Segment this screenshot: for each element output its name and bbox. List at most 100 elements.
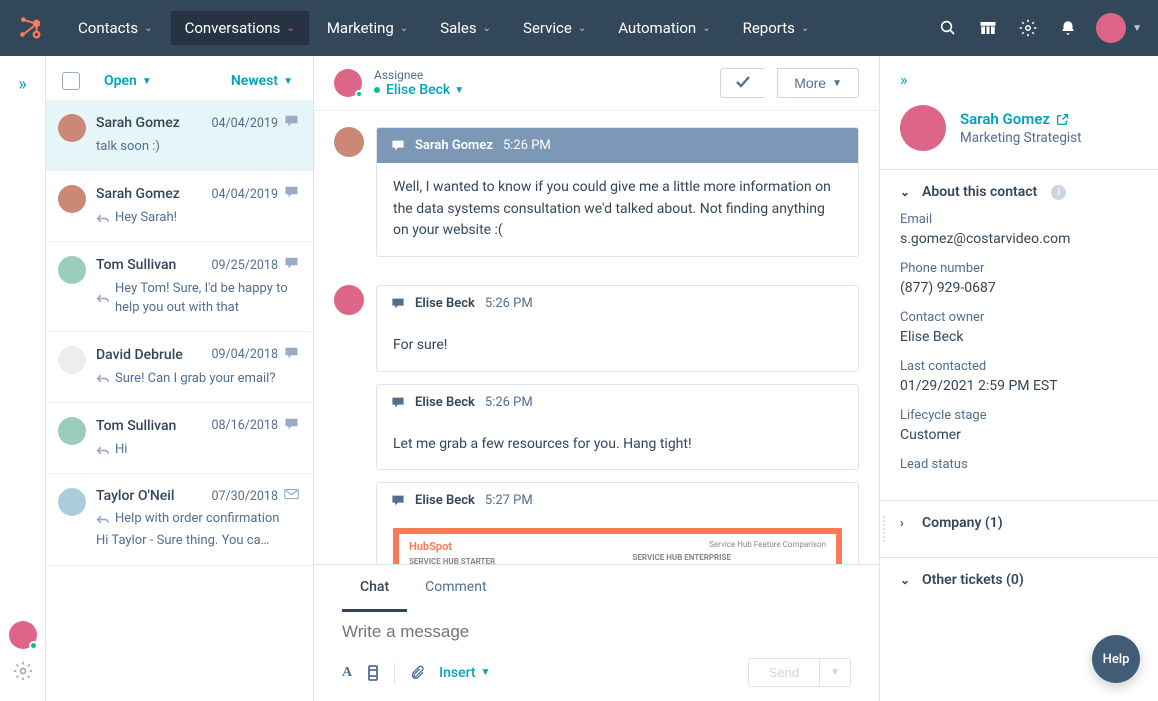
conversation-preview: Sure! Can I grab your email? — [115, 370, 275, 388]
user-avatar[interactable] — [1096, 13, 1126, 43]
nav-conversations[interactable]: Conversations⌄ — [171, 11, 309, 45]
tab-chat[interactable]: Chat — [342, 565, 407, 612]
conversation-preview: Hey Sarah! — [115, 209, 177, 227]
conversation-item[interactable]: Tom Sullivan 08/16/2018 Hi — [46, 403, 313, 474]
search-icon[interactable] — [928, 8, 968, 48]
rail-user-avatar[interactable] — [9, 621, 37, 649]
assignee-avatar[interactable] — [334, 69, 362, 97]
contact-role: Marketing Strategist — [960, 130, 1082, 146]
nav-automation[interactable]: Automation⌄ — [604, 11, 724, 45]
select-all-checkbox[interactable] — [62, 72, 80, 90]
info-icon[interactable]: i — [1051, 185, 1066, 200]
sort-filter[interactable]: Newest▼ — [231, 73, 293, 89]
collapse-sidebar-button[interactable]: » — [900, 70, 1138, 89]
message-input[interactable] — [342, 622, 851, 642]
section-tickets-toggle[interactable]: ⌄ Other tickets (0) — [900, 572, 1138, 588]
conversation-preview: talk soon :) — [96, 138, 160, 156]
message-time: 5:26 PM — [485, 296, 533, 311]
field-label: Last contacted — [900, 359, 1138, 374]
message-sender: Elise Beck — [415, 493, 475, 508]
nav-contacts[interactable]: Contacts⌄ — [64, 11, 167, 45]
message-sender: Elise Beck — [415, 395, 475, 410]
channel-icon — [284, 256, 299, 274]
channel-icon — [284, 488, 299, 504]
conversation-name: Sarah Gomez — [96, 186, 180, 202]
field-value: Customer — [900, 427, 1138, 443]
conversation-name: Taylor O'Neil — [96, 488, 174, 504]
channel-icon — [284, 185, 299, 203]
field-label: Lifecycle stage — [900, 408, 1138, 423]
contact-field: Phone number (877) 929-0687 — [900, 261, 1138, 296]
field-label: Phone number — [900, 261, 1138, 276]
avatar — [58, 256, 86, 284]
message-bubble: Sarah Gomez 5:26 PMWell, I wanted to kno… — [376, 127, 859, 257]
section-about-toggle[interactable]: ⌄ About this contact i — [900, 184, 1138, 200]
more-actions-button[interactable]: More▼ — [777, 68, 859, 98]
avatar — [58, 185, 86, 213]
assignee-name-dropdown[interactable]: Elise Beck ▼ — [374, 82, 464, 98]
conversation-item[interactable]: Sarah Gomez 04/04/2019 talk soon :) — [46, 100, 313, 171]
field-value: 01/29/2021 2:59 PM EST — [900, 378, 1138, 394]
contact-field: Lifecycle stage Customer — [900, 408, 1138, 443]
message-time: 5:26 PM — [485, 395, 533, 410]
conversation-name: David Debrule — [96, 347, 183, 363]
contact-field: Lead status — [900, 457, 1138, 472]
message-composer: Chat Comment A Insert▼ Send ▼ — [314, 564, 879, 701]
tab-comment[interactable]: Comment — [407, 565, 504, 612]
settings-icon[interactable] — [1008, 8, 1048, 48]
attachment-icon[interactable] — [409, 665, 425, 681]
field-label: Contact owner — [900, 310, 1138, 325]
notifications-icon[interactable] — [1048, 8, 1088, 48]
message-attachment[interactable]: HubSpotSERVICE HUB STARTERPortal Feature… — [393, 528, 842, 564]
conversation-date: 07/30/2018 — [211, 489, 278, 504]
send-button[interactable]: Send — [748, 658, 819, 687]
field-value: (877) 929-0687 — [900, 280, 1138, 296]
conversation-date: 04/04/2019 — [211, 116, 278, 131]
expand-rail-button[interactable]: » — [18, 74, 26, 95]
conversation-date: 04/04/2019 — [211, 187, 278, 202]
assignee-label: Assignee — [374, 68, 464, 82]
conversation-preview: Hey Tom! Sure, I'd be happy to help you … — [115, 280, 299, 316]
conversation-item[interactable]: Taylor O'Neil 07/30/2018 Help with order… — [46, 474, 313, 565]
conversation-date: 09/25/2018 — [211, 258, 278, 273]
contact-name-link[interactable]: Sarah Gomez — [960, 110, 1082, 128]
status-filter[interactable]: Open▼ — [104, 73, 152, 89]
nav-sales[interactable]: Sales⌄ — [426, 11, 505, 45]
help-button[interactable]: Help — [1092, 635, 1140, 683]
conversation-date: 08/16/2018 — [211, 418, 278, 433]
message-body: Let me grab a few resources for you. Han… — [377, 420, 858, 470]
field-value: s.gomez@costarvideo.com — [900, 231, 1138, 247]
section-about: ⌄ About this contact i Emails.gomez@cost… — [880, 169, 1158, 500]
nav-marketing[interactable]: Marketing⌄ — [313, 11, 422, 45]
section-company-toggle[interactable]: › Company (1) — [900, 515, 1138, 531]
avatar — [58, 114, 86, 142]
hubspot-logo[interactable] — [16, 14, 44, 42]
avatar — [58, 488, 86, 516]
message-sender: Elise Beck — [415, 296, 475, 311]
conversation-item[interactable]: David Debrule 09/04/2018 Sure! Can I gra… — [46, 332, 313, 403]
contact-field: Contact owner Elise Beck — [900, 310, 1138, 345]
contact-sidebar: » Sarah Gomez Marketing Strategist ⌄ Abo… — [880, 56, 1158, 701]
avatar — [58, 417, 86, 445]
complete-button[interactable] — [720, 68, 765, 98]
conversation-name: Tom Sullivan — [96, 257, 176, 273]
contact-field: Emails.gomez@costarvideo.com — [900, 212, 1138, 247]
insert-dropdown[interactable]: Insert▼ — [439, 665, 490, 681]
marketplace-icon[interactable] — [968, 8, 1008, 48]
contact-avatar[interactable] — [900, 105, 946, 151]
nav-reports[interactable]: Reports⌄ — [729, 11, 824, 45]
field-value: Elise Beck — [900, 329, 1138, 345]
contact-field: Last contacted 01/29/2021 2:59 PM EST — [900, 359, 1138, 394]
left-rail: » — [0, 56, 46, 701]
format-text-icon[interactable]: A — [342, 665, 352, 681]
conversation-name: Tom Sullivan — [96, 418, 176, 434]
message-bubble: Elise Beck 5:26 PM Let me grab a few reso… — [376, 384, 859, 471]
field-label: Lead status — [900, 457, 1138, 472]
conversation-item[interactable]: Tom Sullivan 09/25/2018 Hey Tom! Sure, I… — [46, 242, 313, 331]
nav-service[interactable]: Service⌄ — [509, 11, 600, 45]
chevron-down-icon: ▼ — [1132, 23, 1142, 34]
send-options-button[interactable]: ▼ — [819, 658, 851, 687]
gear-icon[interactable] — [13, 661, 33, 681]
conversation-item[interactable]: Sarah Gomez 04/04/2019 Hey Sarah! — [46, 171, 313, 242]
snippet-icon[interactable] — [366, 665, 380, 681]
